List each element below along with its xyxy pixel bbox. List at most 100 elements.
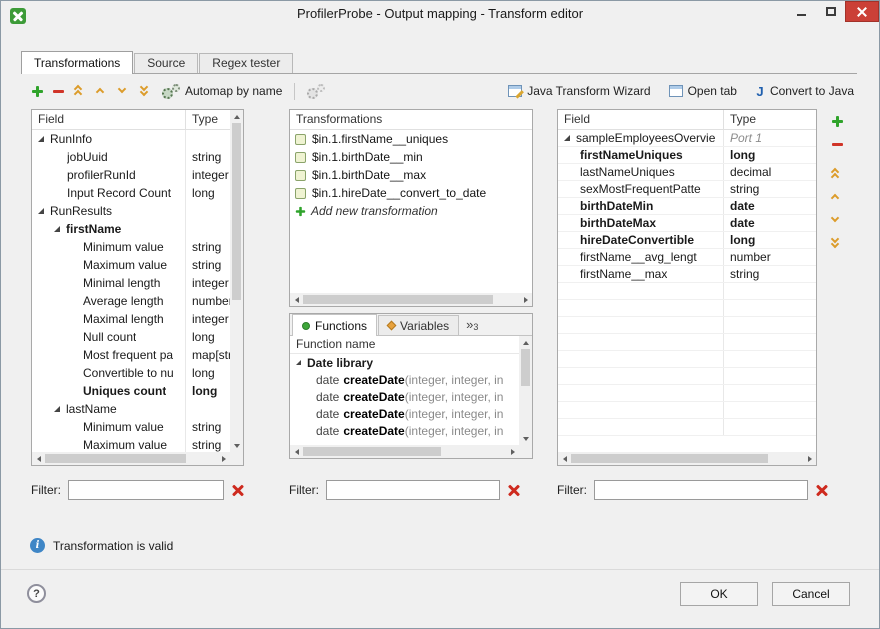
type-column-header[interactable]: Type	[186, 110, 224, 129]
tree-row[interactable]: birthDateMax date	[558, 215, 816, 232]
scroll-up-arrow[interactable]	[519, 336, 532, 349]
scroll-left-arrow[interactable]	[290, 293, 303, 306]
tab-source[interactable]: Source	[134, 53, 199, 73]
scroll-track[interactable]	[303, 293, 519, 306]
tree-row[interactable]: firstName__avg_lengt number	[558, 249, 816, 266]
scroll-up-arrow[interactable]	[230, 110, 243, 123]
tree-row[interactable]: Minimal length integer	[32, 274, 230, 292]
scroll-left-arrow[interactable]	[558, 452, 571, 465]
scroll-down-arrow[interactable]	[230, 439, 243, 452]
tree-row[interactable]: RunResults	[32, 202, 230, 220]
scroll-thumb[interactable]	[232, 123, 241, 300]
move-field-top-button[interactable]	[826, 164, 848, 184]
scroll-right-arrow[interactable]	[217, 452, 230, 465]
expander-icon[interactable]	[296, 360, 301, 365]
functions-filter-input[interactable]	[326, 480, 500, 500]
add-new-transformation-row[interactable]: Add new transformation	[290, 202, 532, 220]
tree-row[interactable]: sampleEmployeesOvervie Port 1	[558, 130, 816, 147]
transformation-item[interactable]: $in.1.birthDate__max	[290, 166, 532, 184]
clear-filter-icon[interactable]	[507, 483, 521, 497]
tree-row[interactable]: lastName	[32, 400, 230, 418]
tree-row[interactable]: Minimum value string	[32, 238, 230, 256]
ok-button[interactable]: OK	[680, 582, 758, 606]
field-column-header[interactable]: Field	[32, 110, 186, 129]
move-up-button[interactable]	[91, 82, 113, 100]
close-button[interactable]	[845, 1, 879, 22]
scroll-right-arrow[interactable]	[519, 293, 532, 306]
horizontal-scrollbar[interactable]	[290, 445, 519, 458]
tree-row[interactable]: lastNameUniques decimal	[558, 164, 816, 181]
tree-row[interactable]: firstNameUniques long	[558, 147, 816, 164]
function-group-row[interactable]: Date library	[290, 354, 519, 371]
expander-icon[interactable]	[38, 136, 44, 142]
add-transformation-button[interactable]	[27, 83, 48, 100]
left-filter-input[interactable]	[68, 480, 224, 500]
automap-button[interactable]: Automap by name	[157, 81, 287, 102]
transformation-item[interactable]: $in.1.hireDate__convert_to_date	[290, 184, 532, 202]
scroll-track[interactable]	[571, 452, 803, 465]
move-to-bottom-button[interactable]	[135, 81, 157, 101]
function-name-header[interactable]: Function name	[290, 336, 519, 354]
tree-row[interactable]: Average length number	[32, 292, 230, 310]
move-down-button[interactable]	[113, 82, 135, 100]
move-to-top-button[interactable]	[69, 81, 91, 101]
remove-transformation-button[interactable]	[48, 87, 69, 96]
tree-row[interactable]: hireDateConvertible long	[558, 232, 816, 249]
expander-icon[interactable]	[564, 135, 570, 141]
minimize-button[interactable]	[787, 1, 816, 22]
scroll-thumb[interactable]	[303, 447, 442, 456]
scroll-left-arrow[interactable]	[290, 445, 303, 458]
scroll-thumb[interactable]	[45, 454, 187, 463]
move-field-bottom-button[interactable]	[826, 233, 848, 253]
tree-row[interactable]: Maximum value string	[32, 436, 230, 452]
vertical-scrollbar[interactable]	[519, 336, 532, 445]
scroll-left-arrow[interactable]	[32, 452, 45, 465]
scroll-track[interactable]	[303, 445, 506, 458]
tree-row[interactable]: firstName	[32, 220, 230, 238]
tree-row[interactable]: profilerRunId integer	[32, 166, 230, 184]
scroll-thumb[interactable]	[521, 349, 530, 387]
tree-row[interactable]: Maximum value string	[32, 256, 230, 274]
automap-options-button[interactable]	[302, 81, 330, 102]
tab-transformations[interactable]: Transformations	[21, 51, 134, 74]
function-item[interactable]: date createDate (integer, integer, in	[290, 388, 519, 405]
function-item[interactable]: date createDate (integer, integer, in	[290, 405, 519, 422]
tree-row[interactable]: firstName__max string	[558, 266, 816, 283]
scroll-thumb[interactable]	[571, 454, 769, 463]
transformation-item[interactable]: $in.1.birthDate__min	[290, 148, 532, 166]
expander-icon[interactable]	[54, 406, 60, 412]
tab-regex-tester[interactable]: Regex tester	[199, 53, 294, 73]
horizontal-scrollbar[interactable]	[32, 452, 230, 465]
tree-row[interactable]: birthDateMin date	[558, 198, 816, 215]
expander-icon[interactable]	[54, 226, 60, 232]
tree-row[interactable]: Uniques count long	[32, 382, 230, 400]
titlebar[interactable]: ProfilerProbe - Output mapping - Transfo…	[1, 1, 879, 31]
add-field-button[interactable]	[826, 111, 848, 131]
field-column-header[interactable]: Field	[558, 110, 724, 129]
move-field-up-button[interactable]	[826, 187, 848, 207]
scroll-track[interactable]	[45, 452, 217, 465]
scroll-track[interactable]	[230, 123, 243, 439]
expander-icon[interactable]	[38, 208, 44, 214]
tree-row[interactable]: RunInfo	[32, 130, 230, 148]
tab-overflow-button[interactable]: » 3	[466, 317, 478, 332]
horizontal-scrollbar[interactable]	[558, 452, 816, 465]
open-tab-button[interactable]: Open tab	[664, 81, 742, 101]
tree-row[interactable]: jobUuid string	[32, 148, 230, 166]
tree-row[interactable]: sexMostFrequentPatte string	[558, 181, 816, 198]
tree-row[interactable]: Convertible to nu long	[32, 364, 230, 382]
clear-filter-icon[interactable]	[231, 483, 245, 497]
horizontal-scrollbar[interactable]	[290, 293, 532, 306]
tree-row[interactable]: Minimum value string	[32, 418, 230, 436]
scroll-right-arrow[interactable]	[506, 445, 519, 458]
tree-row[interactable]: Input Record Count long	[32, 184, 230, 202]
help-button[interactable]: ?	[27, 584, 46, 603]
tree-row[interactable]: Maximal length integer	[32, 310, 230, 328]
right-filter-input[interactable]	[594, 480, 808, 500]
convert-to-java-button[interactable]: J Convert to Java	[750, 81, 859, 102]
move-field-down-button[interactable]	[826, 210, 848, 230]
cancel-button[interactable]: Cancel	[772, 582, 850, 606]
maximize-button[interactable]	[816, 1, 845, 22]
tree-row[interactable]: Most frequent pa map[strin	[32, 346, 230, 364]
scroll-down-arrow[interactable]	[519, 432, 532, 445]
